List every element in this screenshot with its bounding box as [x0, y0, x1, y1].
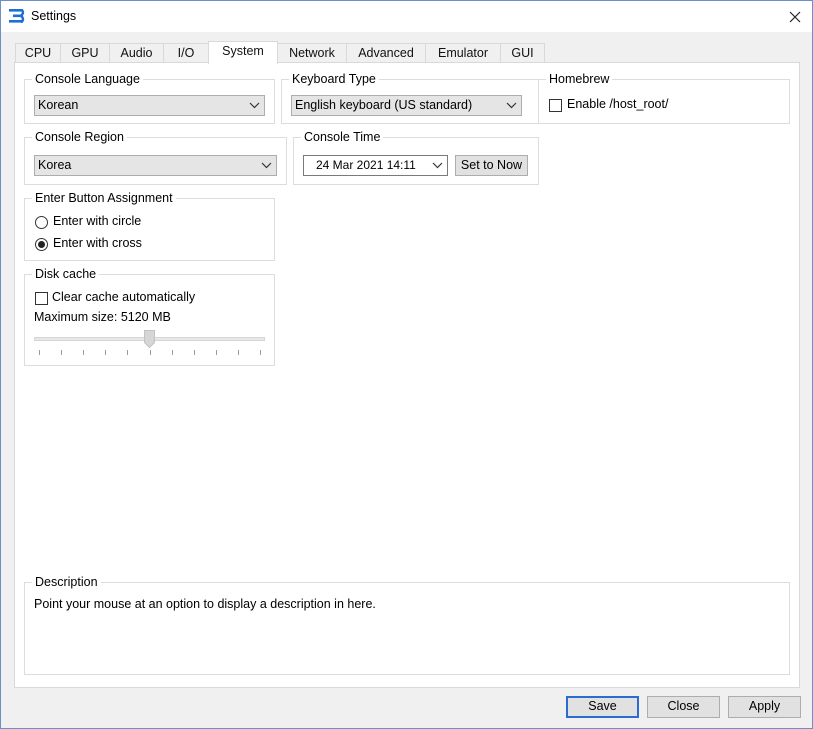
- enter-with-cross-label: Enter with cross: [53, 236, 142, 250]
- chevron-down-icon: [249, 102, 260, 109]
- tab-system[interactable]: System: [208, 41, 278, 64]
- slider-tick: [171, 350, 173, 355]
- app-logo-icon: [9, 9, 25, 23]
- keyboard-type-group: Keyboard Type English keyboard (US stand…: [281, 71, 539, 124]
- keyboard-type-title: Keyboard Type: [289, 71, 379, 87]
- tab-cpu[interactable]: CPU: [15, 43, 61, 63]
- console-language-select[interactable]: Korean: [34, 95, 265, 116]
- apply-button[interactable]: Apply: [728, 696, 801, 718]
- close-icon: [789, 11, 801, 23]
- enable-host-root-label: Enable /host_root/: [567, 97, 669, 111]
- enter-button-assignment-group: Enter Button Assignment Enter with circl…: [24, 190, 275, 261]
- console-time-value: 24 Mar 2021 14:11: [316, 158, 416, 172]
- console-language-group: Console Language Korean: [24, 71, 275, 124]
- enable-host-root-checkbox[interactable]: [549, 99, 562, 112]
- chevron-down-icon: [261, 162, 272, 169]
- slider-tick: [193, 350, 195, 355]
- console-region-value: Korea: [38, 158, 72, 172]
- clear-cache-label: Clear cache automatically: [52, 290, 196, 304]
- slider-tick: [215, 350, 217, 355]
- close-button[interactable]: Close: [647, 696, 720, 718]
- save-button[interactable]: Save: [566, 696, 639, 718]
- homebrew-title: Homebrew: [546, 71, 613, 87]
- description-title: Description: [32, 574, 101, 590]
- enter-with-circle-label: Enter with circle: [53, 214, 142, 228]
- homebrew-group: Homebrew Enable /host_root/: [538, 71, 790, 124]
- tab-io[interactable]: I/O: [163, 43, 209, 63]
- tab-advanced[interactable]: Advanced: [346, 43, 426, 63]
- keyboard-type-select[interactable]: English keyboard (US standard): [291, 95, 522, 116]
- console-language-value: Korean: [38, 98, 79, 112]
- description-group: Description Point your mouse at an optio…: [24, 574, 790, 675]
- console-language-title: Console Language: [32, 71, 143, 87]
- max-cache-size-label: Maximum size: 5120 MB: [34, 310, 171, 324]
- console-time-group: Console Time 24 Mar 2021 14:11 Set to No…: [293, 129, 539, 185]
- chevron-down-icon: [432, 162, 443, 169]
- title-bar[interactable]: Settings: [1, 1, 812, 32]
- tab-audio[interactable]: Audio: [109, 43, 164, 63]
- tab-emulator[interactable]: Emulator: [425, 43, 501, 63]
- tab-gpu[interactable]: GPU: [60, 43, 110, 63]
- disk-cache-group: Disk cache Clear cache automatically Max…: [24, 266, 275, 366]
- slider-tick: [83, 350, 85, 355]
- slider-tick: [237, 350, 239, 355]
- window-title: Settings: [31, 9, 77, 23]
- enter-with-cross-radio[interactable]: [35, 238, 48, 251]
- slider-tick: [149, 350, 151, 355]
- chevron-down-icon: [506, 102, 517, 109]
- enter-with-circle-radio[interactable]: [35, 216, 48, 229]
- slider-tick: [127, 350, 129, 355]
- description-text: Point your mouse at an option to display…: [34, 597, 376, 611]
- clear-cache-checkbox[interactable]: [35, 292, 48, 305]
- console-region-group: Console Region Korea: [24, 129, 287, 185]
- console-region-select[interactable]: Korea: [34, 155, 277, 176]
- console-time-datetime-picker[interactable]: 24 Mar 2021 14:11: [303, 155, 448, 176]
- system-tab-panel: Console Language Korean Keyboard Type En…: [14, 62, 800, 688]
- cache-size-slider-thumb[interactable]: [144, 330, 155, 348]
- keyboard-type-value: English keyboard (US standard): [295, 98, 473, 112]
- tab-network[interactable]: Network: [277, 43, 347, 63]
- console-region-title: Console Region: [32, 129, 127, 145]
- set-to-now-button[interactable]: Set to Now: [455, 155, 528, 176]
- settings-window: Settings CPU GPU Audio I/O System Networ…: [0, 0, 813, 729]
- window-close-button[interactable]: [778, 1, 812, 32]
- slider-tick: [39, 350, 40, 355]
- slider-tick: [105, 350, 107, 355]
- tab-gui[interactable]: GUI: [500, 43, 545, 63]
- disk-cache-title: Disk cache: [32, 266, 100, 282]
- slider-tick: [61, 350, 63, 355]
- slider-tick: [260, 350, 261, 355]
- console-time-title: Console Time: [301, 129, 384, 145]
- enter-button-assignment-title: Enter Button Assignment: [32, 190, 176, 206]
